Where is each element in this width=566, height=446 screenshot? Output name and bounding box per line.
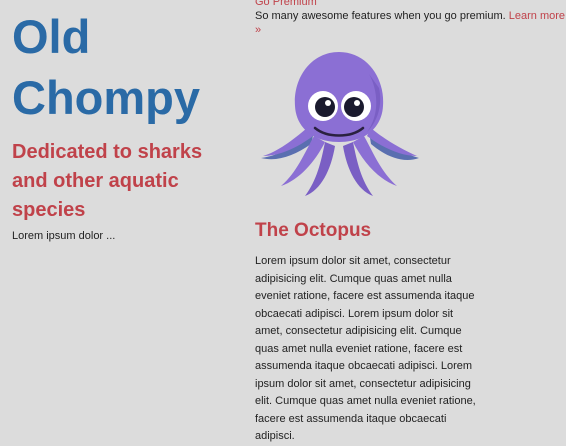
left-column: Old Chompy Dedicated to sharks and other… [12, 0, 242, 242]
tagline: Dedicated to sharks and other aquatic sp… [12, 141, 203, 221]
go-premium-link[interactable]: Go Premium [255, 0, 566, 9]
main-column: Go Premium So many awesome features when… [255, 0, 566, 442]
left-text: Lorem ipsum dolor ... [12, 230, 116, 242]
promo-text: So many awesome features when you go pre… [255, 10, 506, 22]
site-title: Old Chompy [12, 10, 200, 124]
article-body: Lorem ipsum dolor sit amet, consectetur … [255, 255, 476, 442]
premium-promo: Go Premium So many awesome features when… [255, 0, 566, 37]
article-heading: The Octopus [255, 220, 372, 241]
octopus-icon [259, 44, 421, 198]
